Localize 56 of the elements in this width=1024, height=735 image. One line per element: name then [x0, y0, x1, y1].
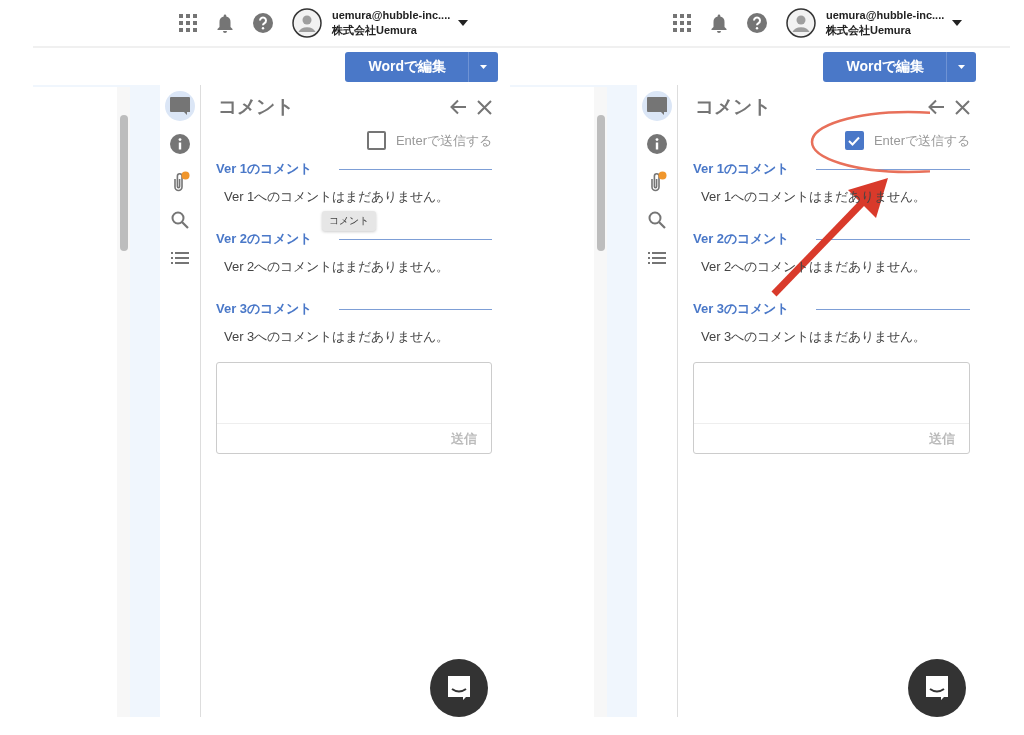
company-name: 株式会社Uemura	[826, 23, 912, 38]
comment-input-box[interactable]: 送信	[693, 362, 970, 454]
checkbox[interactable]	[366, 131, 386, 150]
account-email: uemura@hubble-inc....	[826, 8, 946, 23]
apps-grid-icon[interactable]	[673, 14, 691, 32]
empty-comments-message: Ver 3へのコメントはまだありません。	[223, 328, 451, 346]
send-button[interactable]: 送信	[929, 429, 955, 448]
speech-bubble-icon	[169, 96, 191, 116]
checkbox-label: Enterで送信する	[395, 131, 492, 150]
list-icon	[171, 252, 189, 264]
chat-icon[interactable]	[908, 659, 966, 717]
chat-icon[interactable]	[430, 659, 488, 717]
version-heading: Ver 3のコメント	[693, 300, 791, 318]
tooltip: コメント	[322, 211, 376, 231]
rail-item[interactable]	[165, 91, 195, 121]
panel-title: コメント	[694, 95, 771, 119]
check-icon	[848, 135, 861, 146]
company-name: 株式会社Uemura	[332, 23, 418, 38]
bell-icon[interactable]	[216, 13, 234, 33]
info-icon	[647, 134, 667, 154]
checkbox-label: Enterで送信する	[873, 131, 970, 150]
apps-grid-icon[interactable]	[179, 14, 197, 32]
panel-title: コメント	[217, 95, 294, 119]
caret-icon[interactable]	[952, 20, 962, 26]
version-heading: Ver 2のコメント	[216, 230, 314, 248]
avatar-icon[interactable]	[292, 8, 322, 38]
list-icon	[648, 252, 666, 264]
speech-bubble-icon	[646, 96, 668, 116]
send-button[interactable]: 送信	[451, 429, 477, 448]
version-heading: Ver 2のコメント	[693, 230, 791, 248]
empty-comments-message: Ver 1へのコメントはまだありません。	[223, 188, 451, 206]
help-icon[interactable]	[253, 13, 273, 33]
back-arrow-icon[interactable]	[450, 99, 467, 115]
back-arrow-icon[interactable]	[928, 99, 945, 115]
rail-item[interactable]	[642, 91, 672, 121]
account-email: uemura@hubble-inc....	[332, 8, 452, 23]
scrollbar[interactable]	[117, 87, 130, 717]
close-icon[interactable]	[955, 99, 970, 115]
help-icon[interactable]	[747, 13, 767, 33]
version-heading: Ver 1のコメント	[693, 160, 791, 178]
avatar-icon[interactable]	[786, 8, 816, 38]
search-icon	[171, 211, 189, 229]
close-icon[interactable]	[477, 99, 492, 115]
caret-icon[interactable]	[458, 20, 468, 26]
scrollbar[interactable]	[594, 87, 607, 717]
version-heading: Ver 1のコメント	[216, 160, 314, 178]
info-icon	[170, 134, 190, 154]
search-icon	[648, 211, 666, 229]
edit-in-word-button[interactable]: Wordで編集	[345, 51, 469, 82]
empty-comments-message: Ver 3へのコメントはまだありません。	[700, 328, 928, 346]
bell-icon[interactable]	[710, 13, 728, 33]
version-heading: Ver 3のコメント	[216, 300, 314, 318]
checkbox[interactable]	[844, 131, 864, 150]
comment-input-box[interactable]: 送信	[216, 362, 492, 454]
empty-comments-message: Ver 2へのコメントはまだありません。	[223, 258, 451, 276]
edit-in-word-button[interactable]: Wordで編集	[823, 51, 947, 82]
